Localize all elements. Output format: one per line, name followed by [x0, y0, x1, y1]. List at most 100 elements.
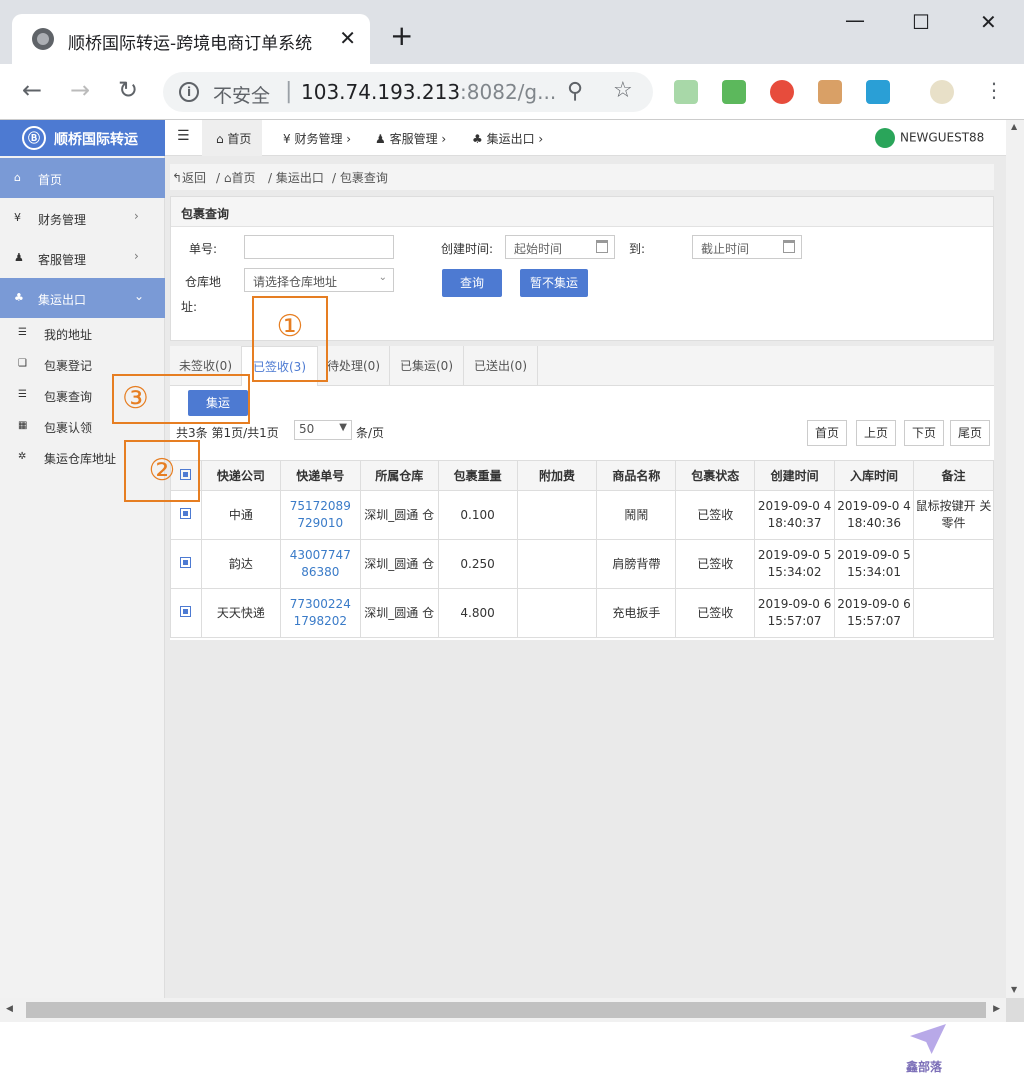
extension-icon[interactable]	[674, 80, 698, 104]
prev-page-button[interactable]: 上页	[856, 420, 896, 446]
star-icon[interactable]: ☆	[613, 78, 633, 103]
column-header: 创建时间	[754, 460, 836, 491]
nav-home-tab[interactable]: ⌂ 首页	[202, 120, 262, 156]
column-header: 快递单号	[279, 460, 361, 491]
horizontal-scrollbar[interactable]: ◀ ▶	[0, 998, 1006, 1022]
zoom-icon[interactable]: ⚲	[567, 79, 583, 104]
maximize-button[interactable]: ☐	[912, 10, 930, 34]
user-menu[interactable]: NEWGUEST88	[875, 128, 984, 148]
tracking-link[interactable]: 77300224 1798202	[279, 588, 361, 638]
caret-down-icon: ▼	[339, 422, 347, 433]
calendar-icon	[783, 240, 795, 253]
to-label: 到:	[629, 242, 646, 256]
panel-header: 包裹查询	[171, 197, 993, 227]
menu-toggle-icon[interactable]: ☰	[177, 128, 190, 144]
warehouse-cell: 深圳_圆通 仓	[359, 490, 439, 540]
row-checkbox[interactable]	[170, 588, 202, 638]
sidebar-item-home[interactable]: ⌂ 首页	[0, 158, 165, 198]
extension-icon[interactable]	[770, 80, 794, 104]
annotation-step-3: ③	[112, 374, 250, 424]
gear-icon: ✲	[18, 451, 27, 462]
browser-tab-strip: 顺桥国际转运-跨境电商订单系统 ✕ + — ☐ ✕	[0, 0, 1024, 64]
menu-icon[interactable]: ⋮	[984, 80, 1004, 100]
breadcrumb-home[interactable]: / ⌂首页	[216, 169, 255, 186]
nav-finance[interactable]: ¥ 财务管理 ›	[283, 130, 351, 147]
scroll-thumb[interactable]	[26, 1002, 986, 1018]
table-header-row: 快递公司 快递单号 所属仓库 包裹重量 附加费 商品名称 包裹状态 创建时间 入…	[170, 460, 994, 491]
tab-pending[interactable]: 待处理(0)	[318, 346, 390, 386]
created-cell: 2019-09-0 4 18:40:37	[754, 490, 836, 540]
chevron-down-icon: ⌄	[378, 272, 387, 283]
url-text[interactable]: 103.74.193.213:8082/g...	[301, 80, 556, 104]
extension-icon[interactable]	[722, 80, 746, 104]
tab-shipped[interactable]: 已送出(0)	[464, 346, 538, 386]
last-page-button[interactable]: 尾页	[950, 420, 990, 446]
order-input[interactable]	[244, 235, 394, 259]
warehouse-select[interactable]: 请选择仓库地址 ⌄	[244, 268, 394, 292]
logo-text: 顺桥国际转运	[54, 132, 138, 148]
product-cell: 肩膀背帶	[596, 539, 677, 589]
courier-cell: 中通	[200, 490, 281, 540]
tab-consolidated[interactable]: 已集运(0)	[390, 346, 464, 386]
browser-toolbar: ← → ↻ i 不安全 | 103.74.193.213:8082/g... ⚲…	[0, 64, 1024, 120]
nav-export[interactable]: ♣ 集运出口 ›	[472, 130, 543, 147]
end-time-input[interactable]: 截止时间	[692, 235, 802, 259]
tab-title: 顺桥国际转运-跨境电商订单系统	[68, 34, 313, 54]
surcharge-cell	[516, 588, 598, 638]
breadcrumb: ↰返回 / ⌂首页 / 集运出口 / 包裹查询	[170, 164, 994, 190]
first-page-button[interactable]: 首页	[807, 420, 847, 446]
sidebar-item-service[interactable]: ♟ 客服管理 ›	[0, 238, 165, 278]
scroll-down-icon[interactable]: ▼	[1011, 985, 1017, 994]
page-size-select[interactable]: 50 ▼	[294, 420, 352, 440]
start-time-input[interactable]: 起始时间	[505, 235, 615, 259]
sidebar-item-export[interactable]: ♣ 集运出口 ⌄	[0, 278, 165, 318]
logo: Ⓑ 顺桥国际转运	[0, 120, 165, 156]
new-tab-button[interactable]: +	[390, 22, 413, 50]
minimize-button[interactable]: —	[845, 8, 865, 32]
browser-tab[interactable]: 顺桥国际转运-跨境电商订单系统 ✕	[12, 14, 370, 64]
extension-icon[interactable]	[818, 80, 842, 104]
submenu-item-label: 包裹登记	[44, 359, 93, 373]
back-icon[interactable]: ←	[22, 78, 42, 102]
info-icon[interactable]: i	[179, 82, 199, 102]
next-page-button[interactable]: 下页	[904, 420, 944, 446]
row-checkbox[interactable]	[170, 539, 202, 589]
scroll-right-icon[interactable]: ▶	[993, 1004, 1000, 1014]
vertical-scrollbar[interactable]: ▲ ▼	[1006, 120, 1024, 998]
back-link[interactable]: ↰返回	[172, 169, 206, 186]
forward-icon[interactable]: →	[70, 78, 90, 102]
chevron-down-icon: ⌄	[134, 289, 145, 303]
results-panel: 集运 共3条 第1页/共1页 50 ▼ 条/页 首页 上页 下页 尾页 快递公司 …	[170, 386, 994, 640]
created-cell: 2019-09-0 6 15:57:07	[754, 588, 836, 638]
grid-icon: ▦	[18, 420, 28, 431]
sidebar-item-finance[interactable]: ¥ 财务管理 ›	[0, 198, 165, 238]
reload-icon[interactable]: ↻	[118, 78, 138, 102]
remark-cell: 鼠标按键开 关零件	[913, 490, 994, 540]
submenu-item-label: 集运仓库地址	[44, 452, 117, 466]
status-cell: 已签收	[675, 490, 756, 540]
annotation-step-2: ②	[124, 440, 200, 502]
globe-icon	[32, 28, 54, 50]
warehouse-label-cont: 址:	[181, 300, 198, 314]
scrollbar-corner	[1006, 998, 1024, 1022]
submenu-item-my-address[interactable]: ☰ 我的地址	[0, 318, 165, 349]
search-button[interactable]: 查询	[442, 269, 502, 297]
column-header: 包裹重量	[437, 460, 518, 491]
hold-button[interactable]: 暂不集运	[520, 269, 588, 297]
scroll-up-icon[interactable]: ▲	[1011, 122, 1017, 131]
warehouse-select-value: 请选择仓库地址	[253, 275, 338, 289]
scroll-left-icon[interactable]: ◀	[6, 1004, 13, 1014]
profile-avatar[interactable]	[930, 80, 954, 104]
tracking-link[interactable]: 43007747 86380	[279, 539, 361, 589]
close-window-button[interactable]: ✕	[980, 10, 997, 34]
close-tab-icon[interactable]: ✕	[339, 26, 356, 50]
chevron-right-icon: ›	[134, 249, 139, 263]
extension-icon[interactable]	[866, 80, 890, 104]
tracking-link[interactable]: 75172089 729010	[279, 490, 361, 540]
breadcrumb-export[interactable]: / 集运出口	[268, 169, 324, 186]
box-icon: ❑	[18, 358, 27, 369]
nav-service[interactable]: ♟ 客服管理 ›	[375, 130, 446, 147]
inbound-cell: 2019-09-0 6 15:57:07	[834, 588, 915, 638]
inbound-cell: 2019-09-0 4 18:40:36	[834, 490, 915, 540]
address-bar[interactable]: i 不安全 | 103.74.193.213:8082/g... ⚲ ☆	[163, 72, 653, 112]
